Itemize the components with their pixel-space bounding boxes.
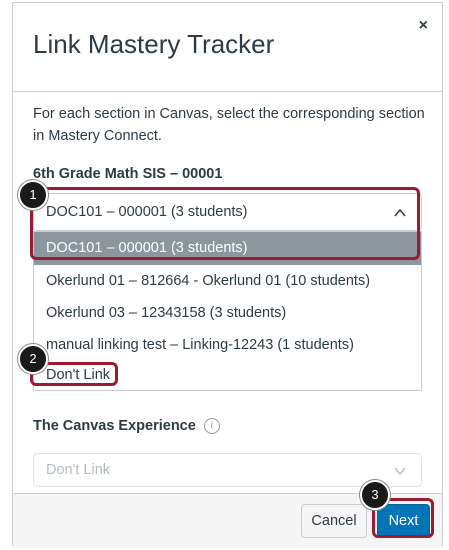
canvas-experience-value: Don't Link [46, 462, 111, 478]
close-icon[interactable]: × [419, 17, 428, 35]
modal-title: Link Mastery Tracker [33, 29, 275, 59]
canvas-experience-select[interactable]: Don't Link [33, 453, 422, 487]
callout-badge-3: 3 [360, 480, 390, 510]
chevron-down-icon [394, 467, 406, 476]
callout-highlight-select [30, 187, 420, 260]
canvas-experience-text: The Canvas Experience [33, 418, 196, 434]
callout-badge-1: 1 [18, 180, 48, 210]
dropdown-option[interactable]: Okerlund 01 – 812664 - Okerlund 01 (10 s… [34, 265, 421, 298]
modal-header: Link Mastery Tracker × [13, 3, 442, 92]
link-mastery-modal: Link Mastery Tracker × For each section … [12, 2, 443, 548]
info-icon[interactable]: i [203, 418, 220, 435]
callout-badge-2: 2 [18, 344, 48, 374]
cancel-button[interactable]: Cancel [301, 504, 367, 538]
dropdown-option[interactable]: Okerlund 03 – 12343158 (3 students) [34, 297, 421, 330]
section-label: 6th Grade Math SIS – 00001 [33, 166, 223, 182]
canvas-experience-label: The Canvas Experience i [33, 418, 220, 435]
modal-description: For each section in Canvas, select the c… [33, 106, 425, 144]
dropdown-option[interactable]: manual linking test – Linking-12243 (1 s… [34, 329, 421, 362]
